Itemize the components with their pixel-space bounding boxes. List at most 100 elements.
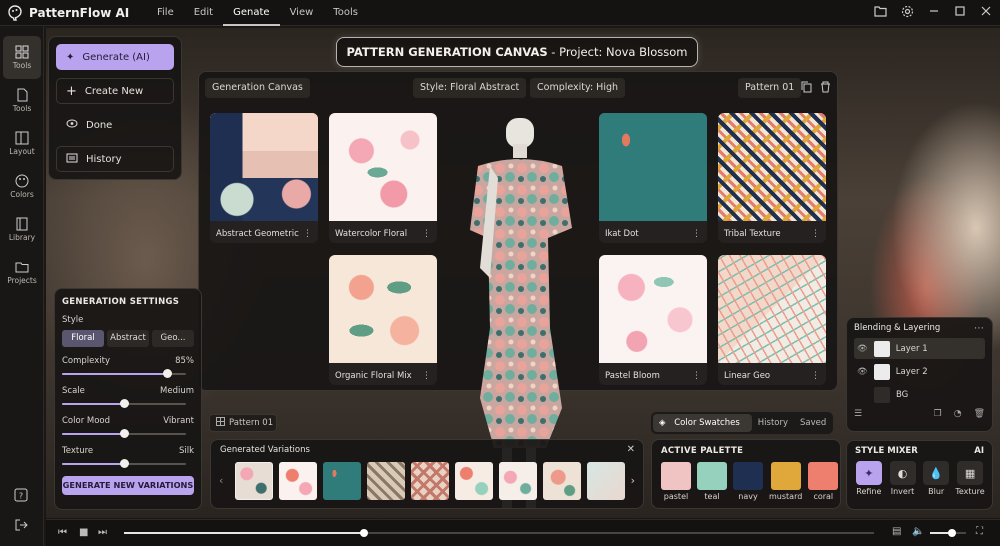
close-icon[interactable] (980, 5, 992, 21)
help-icon[interactable]: ? (14, 488, 28, 505)
texture-slider[interactable] (62, 459, 194, 469)
swatch-tabs: ◈ Color Swatches History Saved (651, 412, 833, 434)
complexity-slider[interactable] (62, 369, 194, 379)
layout-icon (15, 131, 29, 145)
close-icon[interactable]: ✕ (627, 444, 635, 455)
progress-knob[interactable] (360, 529, 368, 537)
rail-item-colors[interactable]: Colors (0, 165, 44, 208)
pattern-card-abstract-geometric[interactable]: Abstract Geometric ⋮ (210, 113, 318, 243)
tab-history[interactable]: History (752, 418, 794, 428)
tab-color-swatches[interactable]: ◈ Color Swatches (653, 414, 752, 432)
eye-icon[interactable]: 👁 (857, 344, 868, 354)
variation-thumb[interactable] (323, 462, 361, 500)
rail-item-library[interactable]: Library (0, 208, 44, 251)
variation-thumb[interactable] (279, 462, 317, 500)
eye-icon[interactable]: 👁 (857, 367, 868, 377)
volume-icon[interactable]: 🔈 (912, 526, 924, 537)
palette-swatch-teal[interactable]: teal (697, 462, 727, 501)
rail-item-tools-2[interactable]: Tools (0, 79, 44, 122)
more-icon[interactable]: ⋮ (692, 371, 701, 381)
variation-thumb[interactable] (367, 462, 405, 500)
variation-thumb[interactable] (455, 462, 493, 500)
pattern-card-linear-geo[interactable]: Linear Geo ⋮ (718, 255, 826, 385)
palette-swatch-pastel[interactable]: pastel (661, 462, 691, 501)
folder-icon[interactable] (874, 5, 887, 21)
fullscreen-icon[interactable]: ⛶ (976, 526, 983, 537)
generate-ai-button[interactable]: ✦ Generate (AI) (56, 44, 174, 70)
pattern-card-pastel-bloom[interactable]: Pastel Bloom ⋮ (599, 255, 707, 385)
menu-generate[interactable]: Genate (223, 0, 280, 26)
done-button[interactable]: Done (56, 112, 174, 138)
volume-knob[interactable] (947, 529, 956, 537)
variation-thumb[interactable] (587, 462, 625, 500)
skip-forward-icon[interactable]: ⏭ (98, 527, 107, 538)
progress-track[interactable] (124, 529, 874, 537)
variation-thumb[interactable] (235, 462, 273, 500)
complexity-chip[interactable]: Complexity: High (530, 78, 626, 98)
trash-icon[interactable]: 🗑 (974, 409, 985, 419)
rail-label: Tools (12, 104, 32, 113)
adjust-icon[interactable]: ☰ (854, 409, 862, 419)
pattern-selector[interactable]: Pattern 01 (209, 414, 277, 432)
create-new-button[interactable]: + Create New (56, 78, 174, 104)
variation-thumb[interactable] (499, 462, 537, 500)
volume-slider[interactable] (930, 529, 966, 537)
mixer-texture-button[interactable]: ▦ Texture (955, 461, 985, 496)
tab-saved[interactable]: Saved (794, 418, 832, 428)
menu-edit[interactable]: Edit (184, 0, 223, 26)
stop-icon[interactable]: ■ (79, 527, 88, 538)
style-option-floral[interactable]: Floral (62, 330, 104, 347)
more-icon[interactable]: ⋮ (422, 371, 431, 381)
copy-icon[interactable] (801, 81, 812, 96)
palette-swatch-coral[interactable]: coral (808, 462, 839, 501)
more-icon[interactable]: ⋯ (974, 323, 984, 334)
pattern-card-ikat-dot[interactable]: Ikat Dot ⋮ (599, 113, 707, 243)
mixer-invert-button[interactable]: ◐ Invert (889, 461, 917, 496)
captions-icon[interactable]: ▤ (892, 526, 901, 537)
chevron-left-icon[interactable]: ‹ (219, 474, 223, 487)
color-mood-slider[interactable] (62, 429, 194, 439)
style-option-geo[interactable]: Geo... (152, 330, 194, 347)
pattern-card-organic-floral-mix[interactable]: Organic Floral Mix ⋮ (329, 255, 437, 385)
pattern-card-tribal-texture[interactable]: Tribal Texture ⋮ (718, 113, 826, 243)
visibility-icon[interactable]: ◔ (954, 409, 962, 419)
menu-file[interactable]: File (147, 0, 184, 26)
rail-item-tools[interactable]: Tools (3, 36, 41, 79)
variation-thumb[interactable] (411, 462, 449, 500)
layer-row-bg[interactable]: BG (854, 384, 985, 405)
mixer-refine-button[interactable]: ✦ Refine (855, 461, 883, 496)
texture-label: Texture (62, 446, 94, 456)
more-icon[interactable]: ⋮ (422, 229, 431, 239)
tab-generation-canvas[interactable]: Generation Canvas (205, 78, 310, 98)
skip-back-icon[interactable]: ⏮ (58, 527, 67, 538)
palette-swatch-navy[interactable]: navy (733, 462, 763, 501)
style-chip[interactable]: Style: Floral Abstract (413, 78, 527, 98)
layer-name: BG (896, 389, 909, 400)
generate-new-variations-button[interactable]: GENERATE NEW VARIATIONS (62, 476, 194, 495)
logout-icon[interactable] (14, 518, 28, 535)
more-icon[interactable]: ⋮ (811, 371, 820, 381)
trash-icon[interactable] (820, 81, 831, 96)
more-icon[interactable]: ⋮ (303, 229, 312, 239)
more-icon[interactable]: ⋮ (692, 229, 701, 239)
style-option-abstract[interactable]: Abstract (107, 330, 149, 347)
palette-swatch-mustard[interactable]: mustard (769, 462, 802, 501)
more-icon[interactable]: ⋮ (811, 229, 820, 239)
menu-tools[interactable]: Tools (323, 0, 368, 26)
variation-thumb[interactable] (543, 462, 581, 500)
pattern-card-watercolor-floral[interactable]: Watercolor Floral ⋮ (329, 113, 437, 243)
minimize-icon[interactable] (928, 5, 940, 21)
gear-icon[interactable] (901, 5, 914, 21)
maximize-icon[interactable] (954, 5, 966, 21)
menu-view[interactable]: View (280, 0, 324, 26)
layer-row-2[interactable]: 👁 Layer 2 (854, 361, 985, 382)
mixer-blur-button[interactable]: 💧 Blur (922, 461, 950, 496)
rail-item-layout[interactable]: Layout (0, 122, 44, 165)
rail-item-projects[interactable]: Projects (0, 251, 44, 294)
scale-slider[interactable] (62, 399, 194, 409)
duplicate-icon[interactable]: ❐ (934, 409, 942, 419)
chevron-right-icon[interactable]: › (631, 474, 635, 487)
layer-row-1[interactable]: 👁 Layer 1 (854, 338, 985, 359)
pattern-chip[interactable]: Pattern 01 (738, 78, 802, 98)
history-button[interactable]: History (56, 146, 174, 172)
